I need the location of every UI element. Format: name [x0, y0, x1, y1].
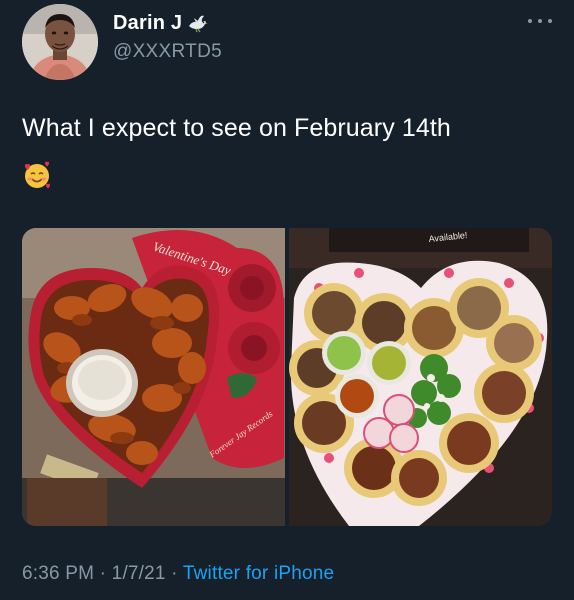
avatar[interactable]: [22, 4, 98, 80]
tweet-time[interactable]: 6:36 PM: [22, 563, 94, 584]
more-dot: [548, 19, 552, 23]
media-grid: Valentine's Day Forever Jay Records Avai…: [22, 228, 552, 526]
source-link[interactable]: Twitter for iPhone: [183, 563, 334, 584]
display-name[interactable]: Darin J: [113, 12, 182, 35]
dove-icon: [186, 14, 208, 34]
more-dot: [528, 19, 532, 23]
separator: ·: [94, 563, 112, 584]
more-options-button[interactable]: [528, 14, 552, 28]
person-avatar-icon: [22, 4, 98, 80]
photo-tacos[interactable]: Available!: [289, 228, 552, 526]
tweet: Darin J @XXXRTD5 What I expect to see on…: [0, 0, 574, 600]
tweet-meta: 6:36 PM · 1/7/21 · Twitter for iPhone: [22, 563, 334, 585]
tweet-date[interactable]: 1/7/21: [112, 563, 166, 584]
photo-chicken-wings[interactable]: Valentine's Day Forever Jay Records: [22, 228, 285, 526]
more-dot: [538, 19, 542, 23]
tweet-text: What I expect to see on February 14th: [22, 114, 451, 142]
handle[interactable]: @XXXRTD5: [113, 41, 222, 63]
author-name-row[interactable]: Darin J: [113, 12, 208, 35]
smiling-face-with-hearts-icon: [22, 160, 52, 190]
separator: ·: [165, 563, 183, 584]
